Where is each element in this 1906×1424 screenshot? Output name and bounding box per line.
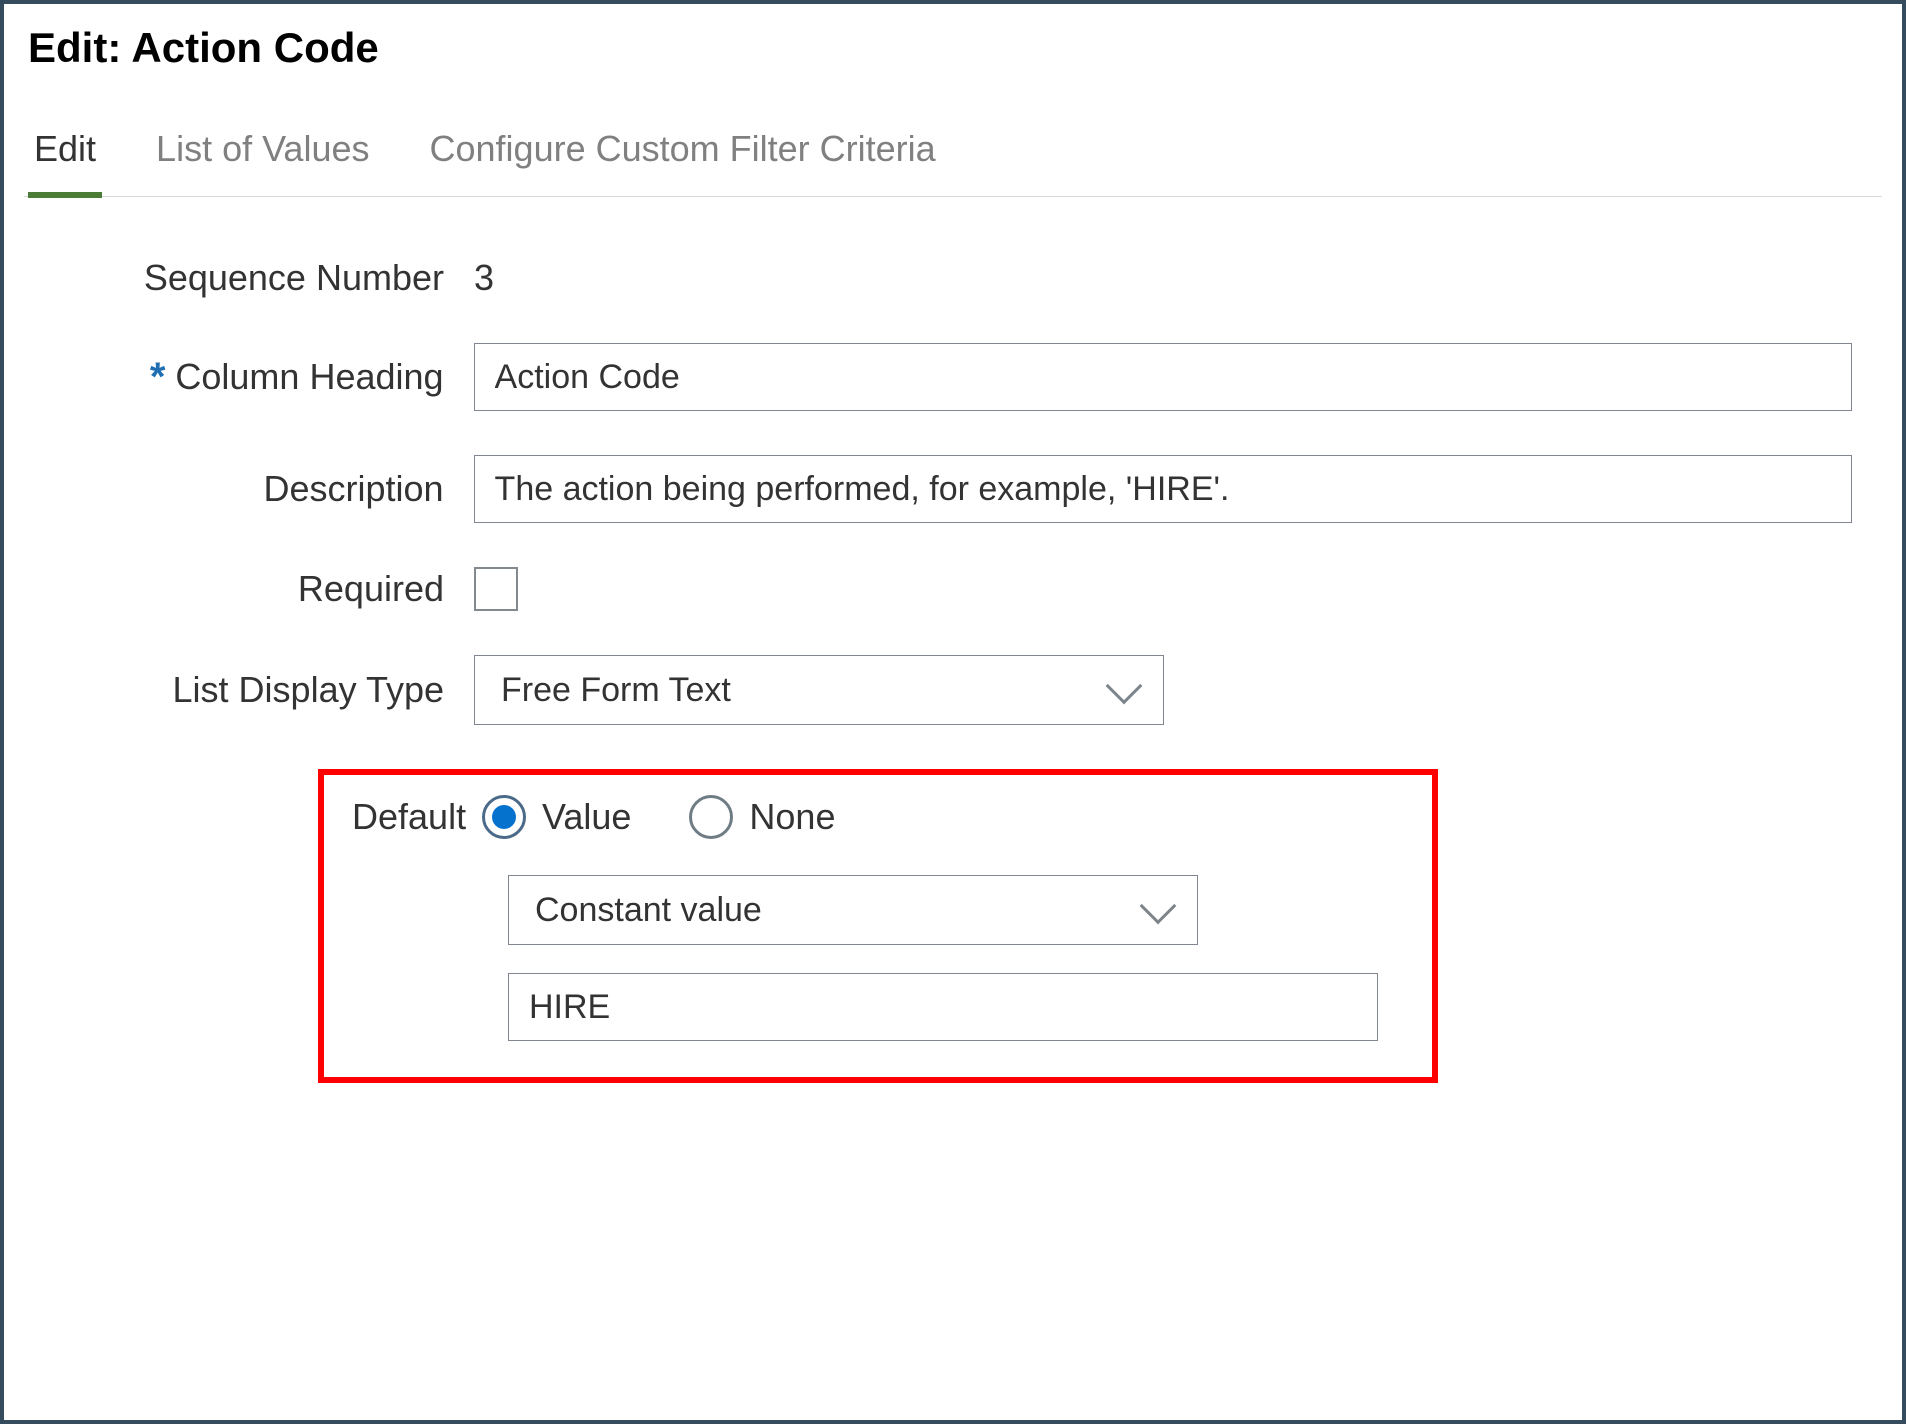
- tab-edit[interactable]: Edit: [28, 108, 102, 198]
- edit-action-code-dialog: Edit: Action Code Edit List of Values Co…: [0, 0, 1906, 1424]
- tab-bar: Edit List of Values Configure Custom Fil…: [24, 108, 1882, 197]
- sequence-number-label: Sequence Number: [54, 257, 474, 299]
- radio-selected-icon: [482, 795, 526, 839]
- column-heading-label: Column Heading: [175, 356, 443, 398]
- description-label: Description: [54, 468, 474, 510]
- default-type-select[interactable]: Constant value: [508, 875, 1198, 945]
- page-title: Edit: Action Code: [28, 24, 1882, 72]
- edit-form: Sequence Number 3 * Column Heading Descr…: [24, 197, 1882, 1083]
- default-radio-value[interactable]: Value: [482, 795, 631, 839]
- description-input[interactable]: [474, 455, 1852, 523]
- required-asterisk-icon: *: [150, 355, 166, 400]
- required-label: Required: [54, 568, 474, 610]
- column-heading-input[interactable]: [474, 343, 1852, 411]
- default-type-value: Constant value: [535, 891, 762, 930]
- default-label: Default: [352, 796, 482, 838]
- default-value-input[interactable]: [508, 973, 1378, 1041]
- required-checkbox[interactable]: [474, 567, 518, 611]
- list-display-type-select[interactable]: Free Form Text: [474, 655, 1164, 725]
- default-highlight-box: Default Value None Constant value: [318, 769, 1438, 1083]
- chevron-down-icon: [1140, 888, 1177, 925]
- sequence-number-value: 3: [474, 257, 494, 299]
- default-radio-value-label: Value: [542, 796, 631, 838]
- default-radio-none[interactable]: None: [689, 795, 835, 839]
- tab-list-of-values[interactable]: List of Values: [150, 108, 375, 198]
- chevron-down-icon: [1106, 668, 1143, 705]
- default-radio-none-label: None: [749, 796, 835, 838]
- list-display-type-value: Free Form Text: [501, 671, 731, 710]
- tab-configure-custom-filter[interactable]: Configure Custom Filter Criteria: [424, 108, 942, 198]
- list-display-type-label: List Display Type: [54, 669, 474, 711]
- radio-unselected-icon: [689, 795, 733, 839]
- default-radio-group: Value None: [482, 795, 835, 839]
